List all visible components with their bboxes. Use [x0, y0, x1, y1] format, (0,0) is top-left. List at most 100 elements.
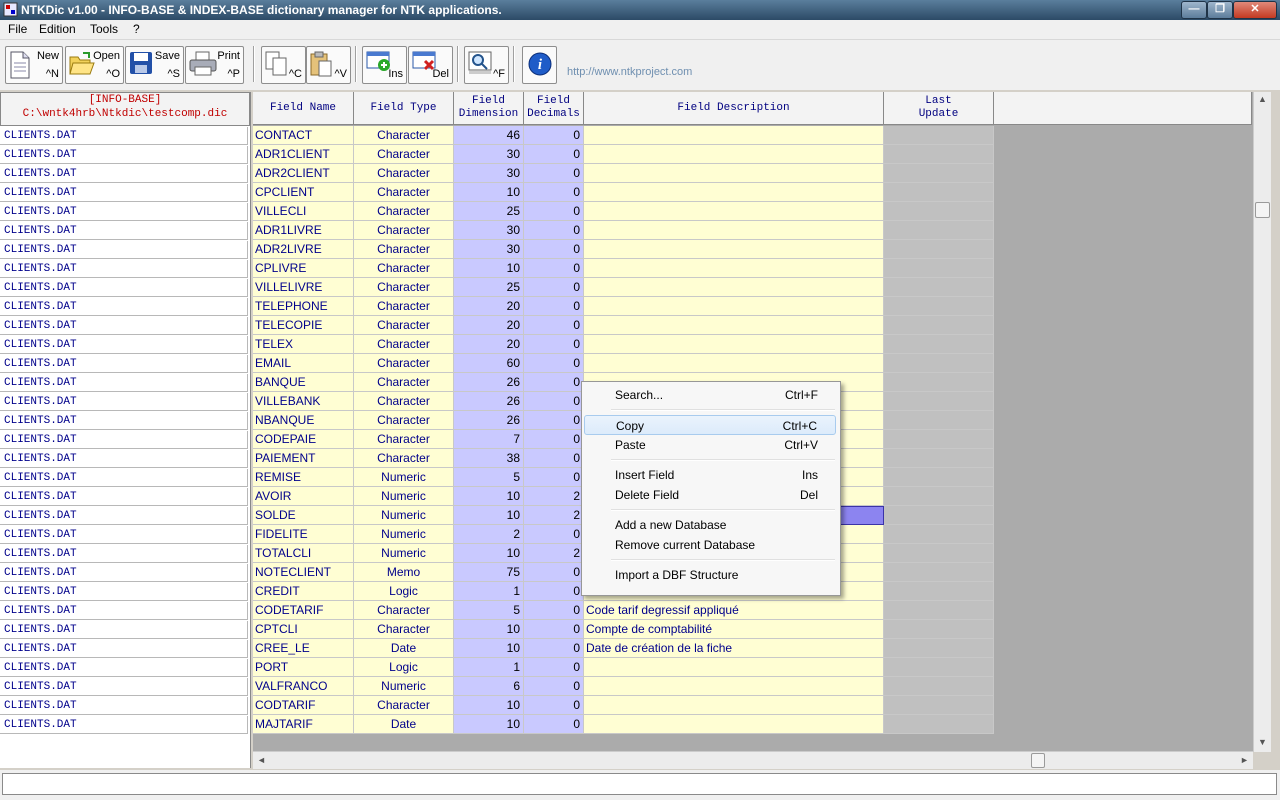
column-header-field-type[interactable]: Field Type	[354, 92, 454, 125]
field-dimension-cell[interactable]: 30	[454, 221, 524, 240]
menu-item-paste[interactable]: Paste Ctrl+V	[584, 435, 836, 455]
menu-file[interactable]: File	[8, 22, 27, 36]
last-update-cell[interactable]	[884, 259, 994, 278]
field-dimension-cell[interactable]: 1	[454, 658, 524, 677]
field-dimension-cell[interactable]: 10	[454, 696, 524, 715]
field-decimals-cell[interactable]: 0	[524, 297, 584, 316]
field-type-cell[interactable]: Character	[354, 335, 454, 354]
field-type-cell[interactable]: Character	[354, 373, 454, 392]
field-dimension-cell[interactable]: 26	[454, 392, 524, 411]
database-list-item[interactable]: CLIENTS.DAT	[0, 222, 248, 240]
last-update-cell[interactable]	[884, 335, 994, 354]
field-dimension-cell[interactable]: 30	[454, 240, 524, 259]
field-decimals-cell[interactable]: 0	[524, 145, 584, 164]
column-header-field-dimension[interactable]: Field Dimension	[454, 92, 524, 125]
field-dimension-cell[interactable]: 30	[454, 145, 524, 164]
last-update-cell[interactable]	[884, 278, 994, 297]
database-list-item[interactable]: CLIENTS.DAT	[0, 298, 248, 316]
field-name-cell[interactable]: ADR2CLIENT	[253, 164, 354, 183]
field-name-cell[interactable]: ADR1CLIENT	[253, 145, 354, 164]
field-decimals-cell[interactable]: 0	[524, 278, 584, 297]
field-description-cell[interactable]	[584, 316, 884, 335]
field-name-cell[interactable]: TELECOPIE	[253, 316, 354, 335]
database-list-item[interactable]: CLIENTS.DAT	[0, 697, 248, 715]
menu-tools[interactable]: Tools	[90, 22, 118, 36]
database-list-item[interactable]: CLIENTS.DAT	[0, 165, 248, 183]
field-description-cell[interactable]	[584, 202, 884, 221]
last-update-cell[interactable]	[884, 487, 994, 506]
last-update-cell[interactable]	[884, 658, 994, 677]
menu-item-insert-field[interactable]: Insert Field Ins	[584, 465, 836, 485]
project-url-link[interactable]: http://www.ntkproject.com	[567, 66, 692, 78]
field-type-cell[interactable]: Character	[354, 354, 454, 373]
field-dimension-cell[interactable]: 10	[454, 620, 524, 639]
field-name-cell[interactable]: ADR1LIVRE	[253, 221, 354, 240]
field-dimension-cell[interactable]: 25	[454, 278, 524, 297]
database-list-item[interactable]: CLIENTS.DAT	[0, 469, 248, 487]
last-update-cell[interactable]	[884, 468, 994, 487]
field-dimension-cell[interactable]: 10	[454, 544, 524, 563]
field-decimals-cell[interactable]: 0	[524, 202, 584, 221]
last-update-cell[interactable]	[884, 126, 994, 145]
field-decimals-cell[interactable]: 0	[524, 221, 584, 240]
column-header-field-name[interactable]: Field Name	[253, 92, 354, 125]
print-button[interactable]: Print ^P	[185, 46, 244, 84]
scroll-down-arrow[interactable]: ▼	[1258, 737, 1267, 747]
last-update-cell[interactable]	[884, 620, 994, 639]
database-list-item[interactable]: CLIENTS.DAT	[0, 450, 248, 468]
database-list-item[interactable]: CLIENTS.DAT	[0, 412, 248, 430]
field-dimension-cell[interactable]: 30	[454, 164, 524, 183]
field-decimals-cell[interactable]: 0	[524, 392, 584, 411]
last-update-cell[interactable]	[884, 544, 994, 563]
last-update-cell[interactable]	[884, 525, 994, 544]
last-update-cell[interactable]	[884, 715, 994, 734]
field-type-cell[interactable]: Character	[354, 620, 454, 639]
field-description-cell[interactable]	[584, 658, 884, 677]
field-type-cell[interactable]: Character	[354, 411, 454, 430]
maximize-button[interactable]: ❐	[1207, 1, 1233, 19]
last-update-cell[interactable]	[884, 601, 994, 620]
field-name-cell[interactable]: CODETARIF	[253, 601, 354, 620]
field-decimals-cell[interactable]: 0	[524, 715, 584, 734]
field-name-cell[interactable]: TELEPHONE	[253, 297, 354, 316]
field-type-cell[interactable]: Character	[354, 126, 454, 145]
database-list-item[interactable]: CLIENTS.DAT	[0, 583, 248, 601]
field-type-cell[interactable]: Character	[354, 316, 454, 335]
database-list-item[interactable]: CLIENTS.DAT	[0, 507, 248, 525]
field-decimals-cell[interactable]: 0	[524, 563, 584, 582]
minimize-button[interactable]: —	[1181, 1, 1207, 19]
field-dimension-cell[interactable]: 1	[454, 582, 524, 601]
vertical-scroll-thumb[interactable]	[1255, 202, 1270, 218]
field-type-cell[interactable]: Numeric	[354, 525, 454, 544]
field-decimals-cell[interactable]: 0	[524, 449, 584, 468]
field-description-cell[interactable]	[584, 278, 884, 297]
field-dimension-cell[interactable]: 10	[454, 487, 524, 506]
close-button[interactable]: ✕	[1233, 1, 1277, 19]
field-dimension-cell[interactable]: 20	[454, 297, 524, 316]
field-name-cell[interactable]: MAJTARIF	[253, 715, 354, 734]
database-list-item[interactable]: CLIENTS.DAT	[0, 678, 248, 696]
field-type-cell[interactable]: Numeric	[354, 677, 454, 696]
field-type-cell[interactable]: Character	[354, 430, 454, 449]
field-type-cell[interactable]: Character	[354, 278, 454, 297]
insert-field-button[interactable]: Ins	[362, 46, 407, 84]
field-dimension-cell[interactable]: 60	[454, 354, 524, 373]
last-update-cell[interactable]	[884, 202, 994, 221]
field-name-cell[interactable]: VILLELIVRE	[253, 278, 354, 297]
field-dimension-cell[interactable]: 10	[454, 506, 524, 525]
vertical-scrollbar[interactable]: ▲ ▼	[1253, 92, 1271, 752]
field-description-cell[interactable]	[584, 221, 884, 240]
horizontal-scroll-thumb[interactable]	[1031, 753, 1045, 768]
field-type-cell[interactable]: Logic	[354, 582, 454, 601]
menu-item-remove-current-database[interactable]: Remove current Database	[584, 535, 836, 555]
field-description-cell[interactable]	[584, 715, 884, 734]
menu-item-copy[interactable]: Copy Ctrl+C	[584, 415, 836, 435]
field-description-cell[interactable]: Compte de comptabilité	[584, 620, 884, 639]
last-update-cell[interactable]	[884, 316, 994, 335]
last-update-cell[interactable]	[884, 677, 994, 696]
field-type-cell[interactable]: Character	[354, 297, 454, 316]
last-update-cell[interactable]	[884, 430, 994, 449]
field-description-cell[interactable]	[584, 126, 884, 145]
field-description-cell[interactable]	[584, 696, 884, 715]
field-decimals-cell[interactable]: 0	[524, 411, 584, 430]
